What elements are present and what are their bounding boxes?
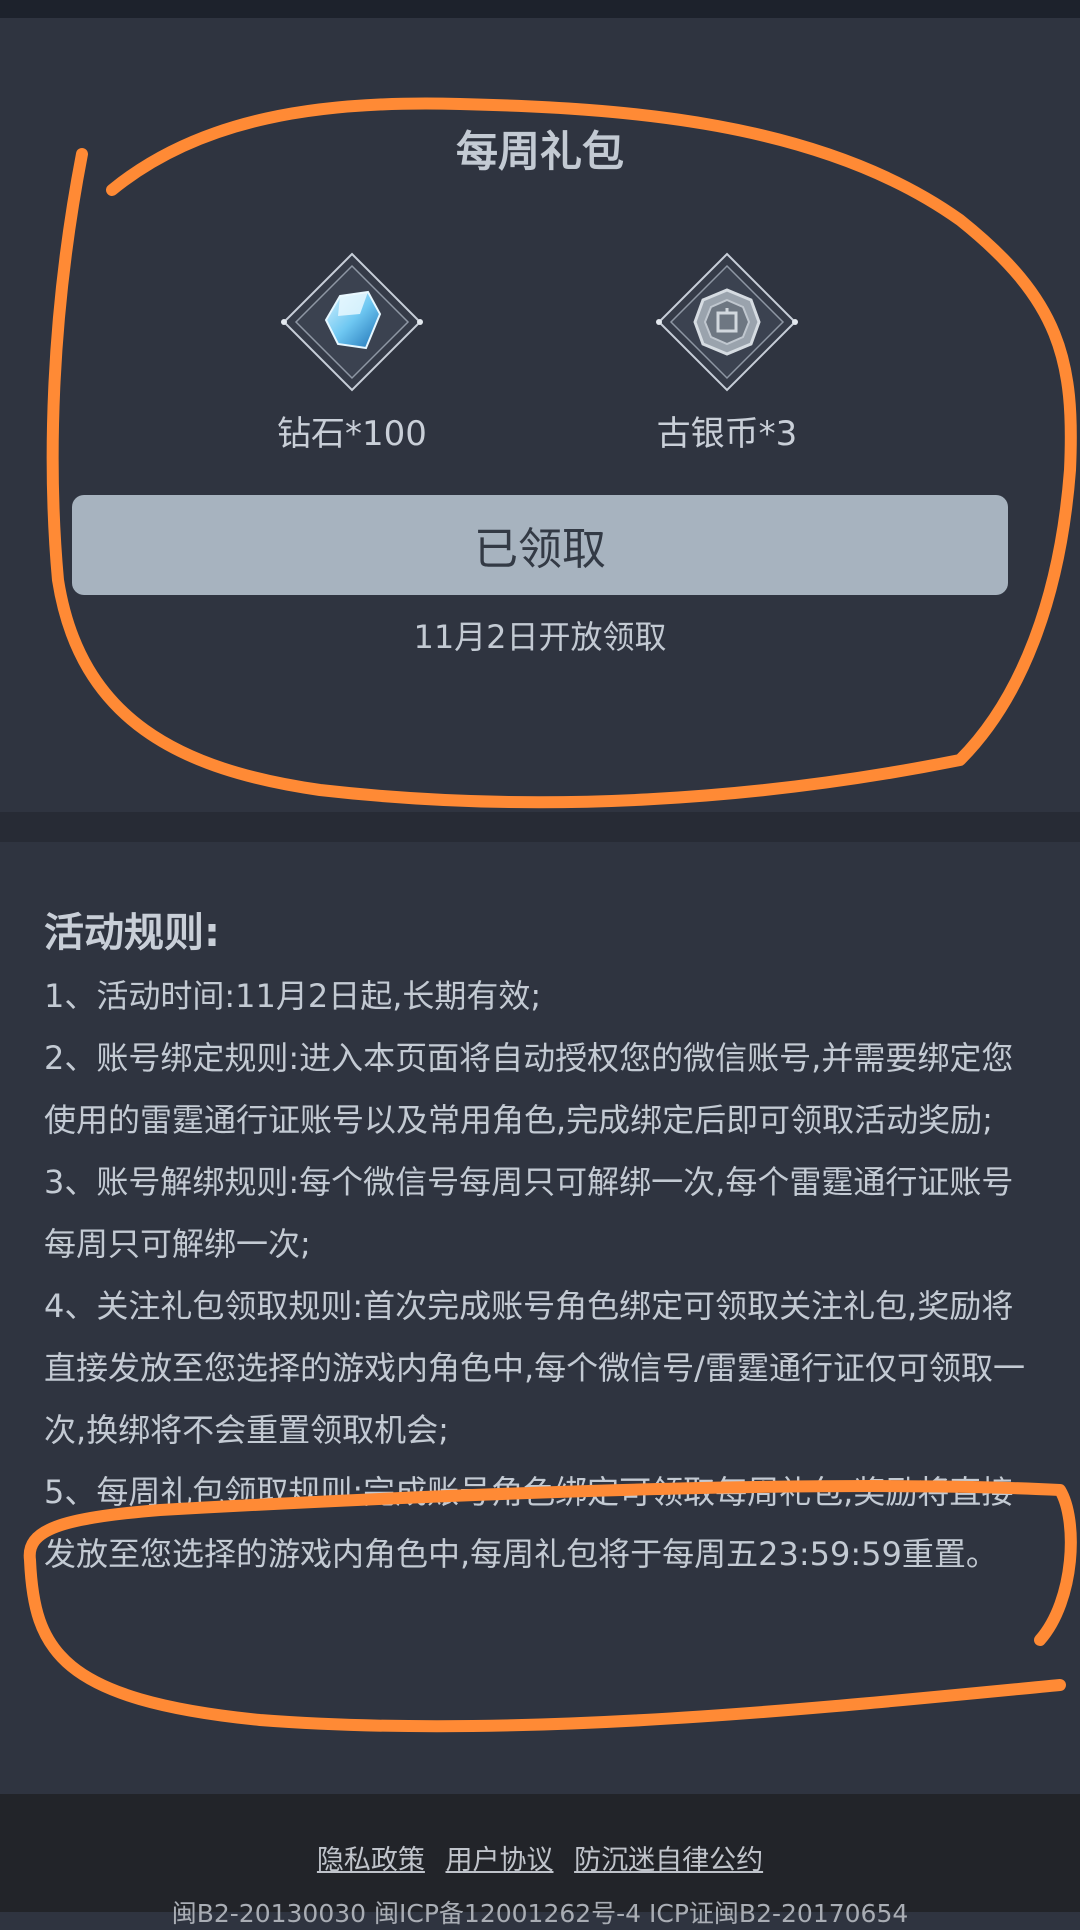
rule-item: 2、账号绑定规则:进入本页面将自动授权您的微信账号,并需要绑定您使用的雷霆通行证… bbox=[44, 1039, 1014, 1139]
section-divider bbox=[0, 812, 1080, 842]
claimed-button[interactable]: 已领取 bbox=[72, 495, 1008, 595]
rule-item: 4、关注礼包领取规则:首次完成账号角色绑定可领取关注礼包,奖励将直接发放至您选择… bbox=[44, 1287, 1025, 1449]
footer-license: 闽B2-20130030 闽ICP备12001262号-4 ICP证闽B2-20… bbox=[171, 1899, 909, 1928]
weekly-gift-title: 每周礼包 bbox=[455, 127, 624, 176]
diamond-icon bbox=[281, 252, 423, 392]
rules-section: 活动规则: 1、活动时间:11月2日起,长期有效; 2、账号绑定规则:进入本页面… bbox=[0, 842, 1080, 1794]
anti-addiction-link[interactable]: 防沉迷自律公约 bbox=[574, 1845, 763, 1876]
footer: 隐私政策 用户协议 防沉迷自律公约 闽B2-20130030 闽ICP备1200… bbox=[0, 1794, 1080, 1928]
reward-silver-coin: 古银币*3 bbox=[597, 240, 857, 460]
rule-item: 1、活动时间:11月2日起,长期有效; bbox=[44, 977, 542, 1015]
footer-links: 隐私政策 用户协议 防沉迷自律公约 bbox=[0, 1838, 1080, 1877]
top-strip bbox=[0, 0, 1080, 18]
open-date-note: 11月2日开放领取 bbox=[413, 618, 667, 656]
reward-label-silver-coin: 古银币*3 bbox=[656, 414, 798, 454]
rule-item: 3、账号解绑规则:每个微信号每周只可解绑一次,每个雷霆通行证账号每周只可解绑一次… bbox=[44, 1163, 1014, 1263]
rules-heading: 活动规则: bbox=[44, 910, 220, 956]
rules-list: 1、活动时间:11月2日起,长期有效; 2、账号绑定规则:进入本页面将自动授权您… bbox=[44, 965, 1034, 1585]
reward-diamond: 钻石*100 bbox=[222, 240, 482, 460]
silver-coin-icon bbox=[656, 252, 798, 392]
user-agreement-link[interactable]: 用户协议 bbox=[446, 1845, 554, 1876]
rule-item: 5、每周礼包领取规则:完成账号角色绑定可领取每周礼包,奖励将直接发放至您选择的游… bbox=[44, 1473, 1014, 1573]
privacy-policy-link[interactable]: 隐私政策 bbox=[317, 1845, 425, 1876]
reward-label-diamond: 钻石*100 bbox=[277, 414, 427, 454]
